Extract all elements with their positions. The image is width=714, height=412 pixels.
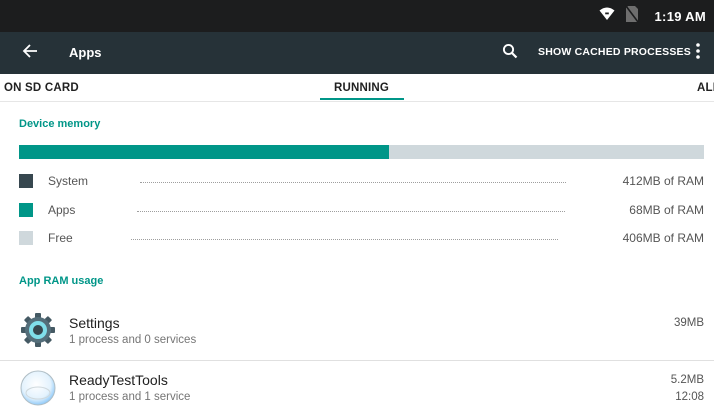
app-ram-size: 5.2MB xyxy=(670,374,704,386)
legend-value-system: 412MB of RAM xyxy=(622,174,704,188)
back-button[interactable] xyxy=(18,41,42,65)
page-title: Apps xyxy=(69,45,102,60)
back-arrow-icon xyxy=(22,43,38,64)
legend-leader-dots xyxy=(140,182,566,183)
search-button[interactable] xyxy=(497,40,523,66)
settings-gear-icon xyxy=(19,311,57,349)
memory-usage-bar xyxy=(19,145,704,159)
ready-test-tools-icon xyxy=(19,369,57,407)
tab-bar: ON SD CARD RUNNING ALL xyxy=(0,74,714,102)
selected-tab-indicator xyxy=(320,98,404,100)
overflow-menu-icon xyxy=(696,42,700,64)
wifi-icon xyxy=(599,7,615,26)
search-icon xyxy=(502,43,518,64)
legend-swatch-apps xyxy=(19,203,33,217)
legend-row-apps: Apps 68MB of RAM xyxy=(0,200,714,220)
show-cached-processes-button[interactable]: SHOW CACHED PROCESSES xyxy=(538,46,691,58)
app-list-item-readytesttools[interactable]: ReadyTestTools 1 process and 1 service 5… xyxy=(0,362,714,412)
status-time: 1:19 AM xyxy=(654,8,706,24)
status-icons: 1:19 AM xyxy=(599,0,706,32)
legend-label-free: Free xyxy=(48,231,73,245)
app-toolbar: Apps SHOW CACHED PROCESSES xyxy=(0,32,714,74)
tab-on-sd-card[interactable]: ON SD CARD xyxy=(4,82,79,94)
app-ram-usage-heading: App RAM usage xyxy=(19,275,104,287)
list-divider xyxy=(0,360,714,361)
legend-leader-dots xyxy=(131,239,558,240)
app-run-time: 12:08 xyxy=(675,391,704,403)
legend-label-apps: Apps xyxy=(48,203,76,217)
app-name: ReadyTestTools xyxy=(69,372,168,388)
app-list-item-settings[interactable]: Settings 1 process and 0 services 39MB xyxy=(0,306,714,356)
status-bar: 1:19 AM xyxy=(0,0,714,32)
legend-swatch-system xyxy=(19,174,33,188)
tab-all[interactable]: ALL xyxy=(697,82,714,94)
device-memory-heading: Device memory xyxy=(19,118,101,130)
legend-row-system: System 412MB of RAM xyxy=(0,171,714,191)
memory-usage-bar-fill xyxy=(19,145,389,159)
overflow-menu-button[interactable] xyxy=(688,41,708,65)
legend-label-system: System xyxy=(48,174,89,188)
legend-value-free: 406MB of RAM xyxy=(622,231,704,245)
legend-leader-dots xyxy=(137,211,565,212)
app-name: Settings xyxy=(69,315,120,331)
app-process-info: 1 process and 1 service xyxy=(69,391,191,403)
legend-swatch-free xyxy=(19,231,33,245)
no-sim-icon xyxy=(624,5,639,28)
legend-value-apps: 68MB of RAM xyxy=(629,203,704,217)
legend-row-free: Free 406MB of RAM xyxy=(0,228,714,248)
tab-running[interactable]: RUNNING xyxy=(334,82,389,94)
app-ram-size: 39MB xyxy=(673,317,704,329)
app-process-info: 1 process and 0 services xyxy=(69,334,197,346)
